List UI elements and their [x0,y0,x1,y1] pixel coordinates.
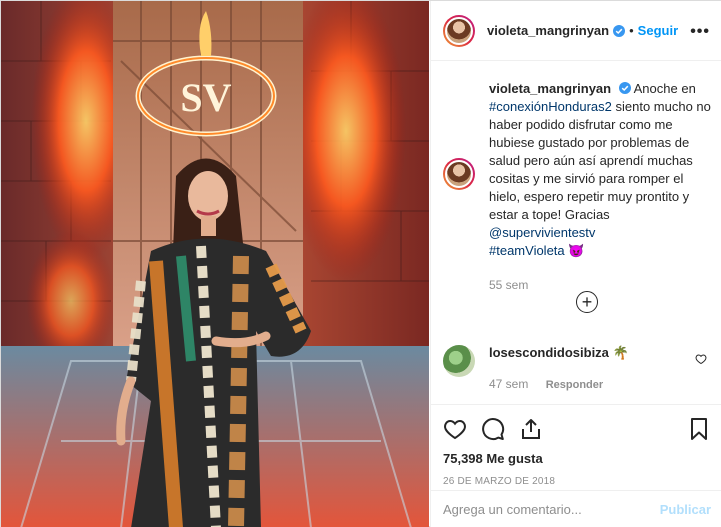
comment-body: losescondidosibiza 🌴 47 sem Responder [489,345,629,391]
comment-meta: 47 sem Responder [489,377,629,391]
comment-bubble-icon[interactable] [481,417,505,441]
reply-button[interactable]: Responder [546,379,603,391]
caption-comment: violeta_mangrinyan Anoche en #conexiónHo… [443,62,711,294]
hashtag-link-2[interactable]: #teamVioleta [489,243,565,258]
publish-button[interactable]: Publicar [660,502,711,517]
author-avatar[interactable] [443,14,475,47]
post-photo[interactable]: SV [1,1,429,527]
photo-illustration: SV [1,1,429,527]
caption-text: violeta_mangrinyan Anoche en #conexiónHo… [489,80,711,294]
post-date[interactable]: 26 DE MARZO DE 2018 [443,476,711,487]
comment-like-heart-icon[interactable] [695,353,707,365]
follow-button[interactable]: Seguir [638,23,678,38]
post-dialog: SV violeta_mangrinyan • Seguir ••• viole… [0,0,721,527]
save-bookmark-icon[interactable] [687,417,711,441]
hashtag-link[interactable]: #conexiónHonduras2 [489,99,612,114]
caption-verified-badge-icon [618,82,631,94]
caption-text-part-1: Anoche en [633,81,696,96]
more-options-icon[interactable]: ••• [690,23,710,41]
post-side-panel: violeta_mangrinyan • Seguir ••• violeta_… [430,1,721,527]
load-more-comments-button[interactable]: + [576,291,598,313]
caption-author-avatar[interactable] [443,158,475,190]
verified-badge-icon [613,24,626,37]
post-actions: 75,398 Me gusta 26 DE MARZO DE 2018 [431,404,721,487]
add-comment-bar: Publicar [431,490,721,527]
comment-timestamp[interactable]: 47 sem [489,377,528,391]
likes-count[interactable]: 75,398 Me gusta [443,451,711,466]
caption-timestamp[interactable]: 55 sem [489,276,711,294]
author-username[interactable]: violeta_mangrinyan [487,23,609,38]
action-icons [443,413,711,445]
share-icon[interactable] [519,417,543,441]
palm-tree-emoji: 🌴 [612,345,629,360]
post-header: violeta_mangrinyan • Seguir ••• [431,1,721,61]
commenter-avatar[interactable] [443,345,475,377]
commenter-username[interactable]: losescondidosibiza [489,345,609,360]
comment-input[interactable] [443,502,660,517]
caption-text-part-2: siento mucho no haber podido disfrutar c… [489,99,711,222]
comments-area[interactable]: violeta_mangrinyan Anoche en #conexiónHo… [431,62,721,402]
mention-link[interactable]: @supervivientestv [489,225,595,240]
logo-text: SV [180,75,231,120]
like-heart-icon[interactable] [443,417,467,441]
separator-dot: • [629,23,634,38]
comment-item: losescondidosibiza 🌴 47 sem Responder [443,345,711,391]
caption-username[interactable]: violeta_mangrinyan [489,81,611,96]
devil-emoji: 😈 [568,243,585,258]
